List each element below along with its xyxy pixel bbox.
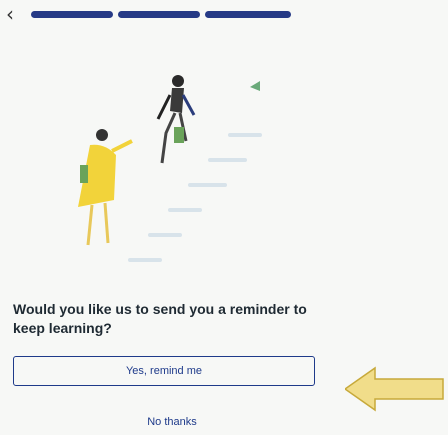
remind-me-button[interactable]: Yes, remind me <box>13 356 315 386</box>
stairs <box>128 133 262 262</box>
people-climbing-stairs-illustration <box>78 75 262 262</box>
reminder-question: Would you like us to send you a reminder… <box>13 301 307 336</box>
progress-segment-2 <box>118 11 200 18</box>
figure-climbing <box>156 75 196 164</box>
back-button[interactable]: ‹ <box>6 2 24 26</box>
arrow-left-icon <box>345 366 444 412</box>
figure-yellow-dress <box>78 129 133 246</box>
chevron-left-icon: ‹ <box>6 2 14 26</box>
progress-segment-1 <box>31 11 113 18</box>
no-thanks-link[interactable]: No thanks <box>142 416 202 428</box>
progress-segment-3 <box>205 11 291 18</box>
flag-icon <box>250 81 260 91</box>
top-bar: ‹ <box>0 0 448 30</box>
